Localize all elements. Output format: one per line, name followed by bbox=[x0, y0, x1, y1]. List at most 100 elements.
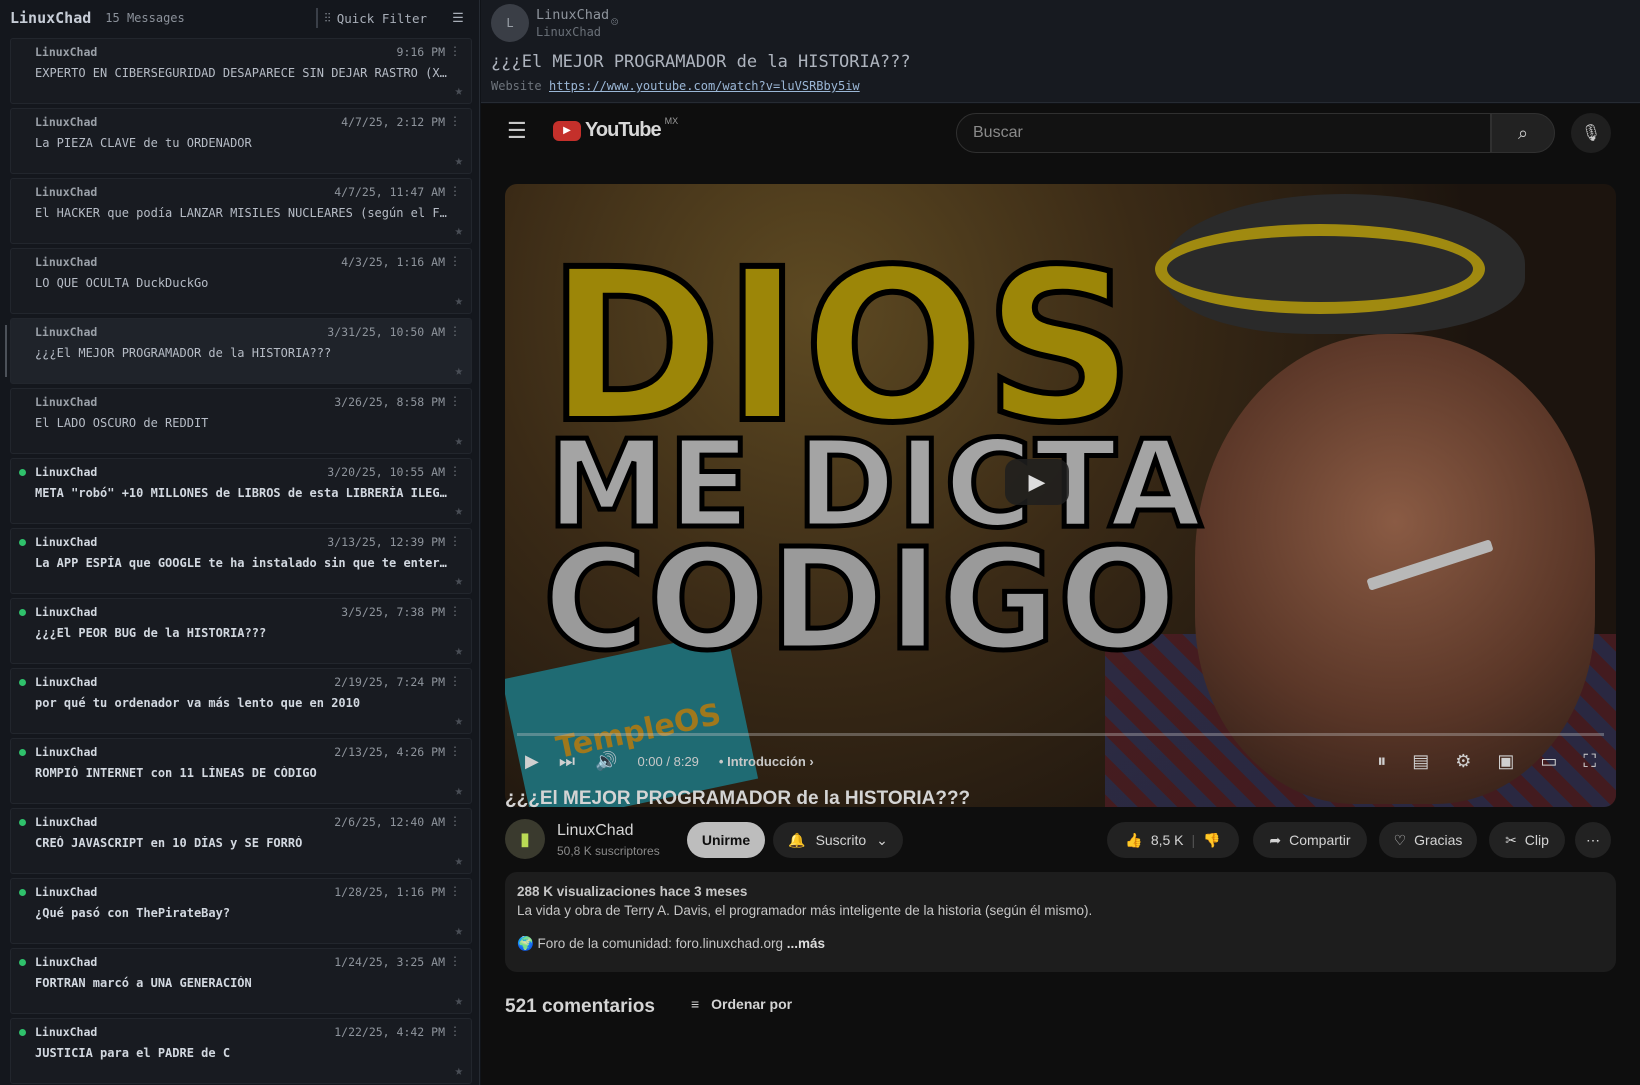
join-button[interactable]: Unirme bbox=[687, 822, 765, 858]
message-menu-icon[interactable]: ⋮ bbox=[449, 254, 461, 268]
play-icon[interactable]: ▶ bbox=[525, 751, 539, 772]
quick-filter-button[interactable]: ⫶⫶ Quick Filter bbox=[316, 8, 433, 28]
star-icon[interactable]: ★ bbox=[455, 853, 463, 869]
star-icon[interactable]: ★ bbox=[455, 643, 463, 659]
sender-name[interactable]: LinuxChad bbox=[536, 7, 609, 23]
message-date: 1/28/25, 1:16 PM bbox=[334, 885, 445, 899]
message-row[interactable]: LinuxChad 4/7/25, 11:47 AM ⋮ El HACKER que … bbox=[10, 178, 472, 244]
menu-icon[interactable]: ☰ bbox=[507, 118, 527, 144]
star-icon[interactable]: ★ bbox=[455, 993, 463, 1009]
star-icon[interactable]: ★ bbox=[455, 1063, 463, 1079]
thumbs-down-icon[interactable]: 👎 bbox=[1203, 832, 1220, 849]
star-icon[interactable]: ★ bbox=[455, 83, 463, 99]
chapter-button[interactable]: • Introducción › bbox=[719, 754, 814, 769]
message-author: LinuxChad bbox=[35, 675, 98, 689]
filter-icon: ⫶⫶ bbox=[324, 10, 331, 25]
next-icon[interactable]: ⏭ bbox=[559, 751, 575, 772]
subscriber-count: 50,8 K suscriptores bbox=[557, 844, 660, 858]
message-row[interactable]: LinuxChad 1/24/25, 3:25 AM ⋮ FORTRAN marcó … bbox=[10, 948, 472, 1014]
message-row[interactable]: LinuxChad 3/20/25, 10:55 AM ⋮ META "robó" +… bbox=[10, 458, 472, 524]
share-button[interactable]: ➦ Compartir bbox=[1253, 822, 1367, 858]
message-menu-icon[interactable]: ⋮ bbox=[449, 1024, 461, 1038]
youtube-logo[interactable]: ▶ YouTube MX bbox=[553, 116, 678, 142]
like-button[interactable]: 👍 8,5 K | 👎 bbox=[1107, 822, 1239, 858]
microphone-icon: 🎙 bbox=[1580, 125, 1602, 142]
star-icon[interactable]: ★ bbox=[455, 223, 463, 239]
more-actions-button[interactable]: ⋯ bbox=[1575, 822, 1611, 858]
miniplayer-icon[interactable]: ▣ bbox=[1497, 751, 1514, 772]
message-row[interactable]: LinuxChad 2/13/25, 4:26 PM ⋮ ROMPIÓ INTERNE… bbox=[10, 738, 472, 804]
message-menu-icon[interactable]: ⋮ bbox=[449, 464, 461, 478]
message-menu-icon[interactable]: ⋮ bbox=[449, 674, 461, 688]
unread-dot-icon bbox=[19, 889, 26, 896]
subtitles-icon[interactable]: ▤ bbox=[1412, 751, 1429, 772]
clip-button[interactable]: ✂ Clip bbox=[1489, 822, 1565, 858]
star-icon[interactable]: ★ bbox=[455, 783, 463, 799]
message-date: 3/20/25, 10:55 AM bbox=[327, 465, 445, 479]
message-row[interactable]: LinuxChad 4/3/25, 1:16 AM ⋮ LO QUE OCULTA D… bbox=[10, 248, 472, 314]
unread-dot-icon bbox=[19, 749, 26, 756]
quick-filter-label: Quick Filter bbox=[336, 10, 427, 26]
search-input[interactable]: Buscar bbox=[956, 113, 1491, 153]
voice-search-button[interactable]: 🎙 bbox=[1571, 113, 1611, 153]
star-icon[interactable]: ★ bbox=[455, 433, 463, 449]
center-play-button[interactable]: ▶ bbox=[1005, 459, 1069, 505]
description-box[interactable]: 288 K visualizaciones hace 3 meses La vi… bbox=[505, 872, 1616, 972]
subscribed-button[interactable]: 🔔 Suscrito ⌄ bbox=[773, 822, 903, 858]
progress-bar[interactable] bbox=[517, 733, 1604, 736]
search-button[interactable]: ⌕ bbox=[1491, 113, 1555, 153]
channel-avatar[interactable]: ▮ bbox=[505, 819, 545, 859]
message-author: LinuxChad bbox=[35, 395, 98, 409]
star-icon[interactable]: ★ bbox=[455, 293, 463, 309]
message-menu-icon[interactable]: ⋮ bbox=[449, 604, 461, 618]
show-more-link[interactable]: ...más bbox=[783, 936, 825, 951]
message-row[interactable]: LinuxChad 4/7/25, 2:12 PM ⋮ La PIEZA CLAVE … bbox=[10, 108, 472, 174]
feed-panel: LinuxChad 15 Messages ⫶⫶ Quick Filter ☰ … bbox=[0, 0, 480, 1085]
message-menu-icon[interactable]: ⋮ bbox=[449, 814, 461, 828]
message-author: LinuxChad bbox=[35, 45, 98, 59]
display-options-icon[interactable]: ☰ bbox=[447, 11, 469, 26]
message-row[interactable]: LinuxChad 1/22/25, 4:42 PM ⋮ JUSTICIA para … bbox=[10, 1018, 472, 1084]
thanks-button[interactable]: ♡ Gracias bbox=[1379, 822, 1477, 858]
fullscreen-icon[interactable]: ⛶ bbox=[1583, 751, 1596, 772]
website-link[interactable]: https://www.youtube.com/watch?v=luVSRBby… bbox=[549, 79, 860, 93]
message-menu-icon[interactable]: ⋮ bbox=[449, 394, 461, 408]
message-menu-icon[interactable]: ⋮ bbox=[449, 184, 461, 198]
play-logo-icon: ▶ bbox=[553, 120, 581, 141]
message-row[interactable]: LinuxChad 9:16 PM ⋮ EXPERTO EN CIBERSEGURID… bbox=[10, 38, 472, 104]
volume-icon[interactable]: 🔊 bbox=[595, 751, 617, 772]
message-author: LinuxChad bbox=[35, 605, 98, 619]
message-menu-icon[interactable]: ⋮ bbox=[449, 884, 461, 898]
message-menu-icon[interactable]: ⋮ bbox=[449, 954, 461, 968]
sort-by-button[interactable]: ≡ Ordenar por bbox=[691, 996, 792, 1012]
message-row[interactable]: LinuxChad 3/26/25, 8:58 PM ⋮ El LADO OSCURO… bbox=[10, 388, 472, 454]
contact-icon[interactable]: ☹ bbox=[611, 15, 618, 29]
star-icon[interactable]: ★ bbox=[455, 573, 463, 589]
message-view: L LinuxChad ☹ LinuxChad ¿¿¿El MEJOR PROG… bbox=[481, 0, 1640, 1085]
message-menu-icon[interactable]: ⋮ bbox=[449, 744, 461, 758]
message-menu-icon[interactable]: ⋮ bbox=[449, 114, 461, 128]
message-row[interactable]: LinuxChad 3/31/25, 10:50 AM ⋮ ¿¿¿El MEJOR P… bbox=[5, 318, 472, 384]
message-subject: ¿¿¿El MEJOR PROGRAMADOR de la HISTORIA??… bbox=[491, 52, 911, 72]
star-icon[interactable]: ★ bbox=[455, 153, 463, 169]
message-row[interactable]: LinuxChad 2/19/25, 7:24 PM ⋮ por qué tu ord… bbox=[10, 668, 472, 734]
star-icon[interactable]: ★ bbox=[455, 363, 463, 379]
message-menu-icon[interactable]: ⋮ bbox=[449, 324, 461, 338]
message-menu-icon[interactable]: ⋮ bbox=[449, 534, 461, 548]
message-row[interactable]: LinuxChad 3/5/25, 7:38 PM ⋮ ¿¿¿El PEOR BUG … bbox=[10, 598, 472, 664]
video-player[interactable]: TempleOS DIOS ME DICTA CODIGO ▶ ▶ ⏭ 🔊 0:… bbox=[505, 184, 1616, 807]
star-icon[interactable]: ★ bbox=[455, 713, 463, 729]
message-subject: ¿Qué pasó con ThePirateBay? bbox=[35, 906, 231, 920]
settings-icon[interactable]: ⚙ bbox=[1455, 751, 1471, 772]
autoplay-toggle-icon[interactable]: ⏸ bbox=[1377, 751, 1386, 772]
search-icon: ⌕ bbox=[1517, 122, 1529, 143]
message-row[interactable]: LinuxChad 1/28/25, 1:16 PM ⋮ ¿Qué pasó con … bbox=[10, 878, 472, 944]
sender-handle: LinuxChad bbox=[536, 25, 602, 39]
channel-name[interactable]: LinuxChad bbox=[557, 822, 634, 840]
message-row[interactable]: LinuxChad 2/6/25, 12:40 AM ⋮ CREÓ JAVASCRIP… bbox=[10, 808, 472, 874]
star-icon[interactable]: ★ bbox=[455, 923, 463, 939]
message-menu-icon[interactable]: ⋮ bbox=[449, 44, 461, 58]
theater-mode-icon[interactable]: ▭ bbox=[1540, 751, 1557, 772]
message-row[interactable]: LinuxChad 3/13/25, 12:39 PM ⋮ La APP ESPÍA … bbox=[10, 528, 472, 594]
star-icon[interactable]: ★ bbox=[455, 503, 463, 519]
